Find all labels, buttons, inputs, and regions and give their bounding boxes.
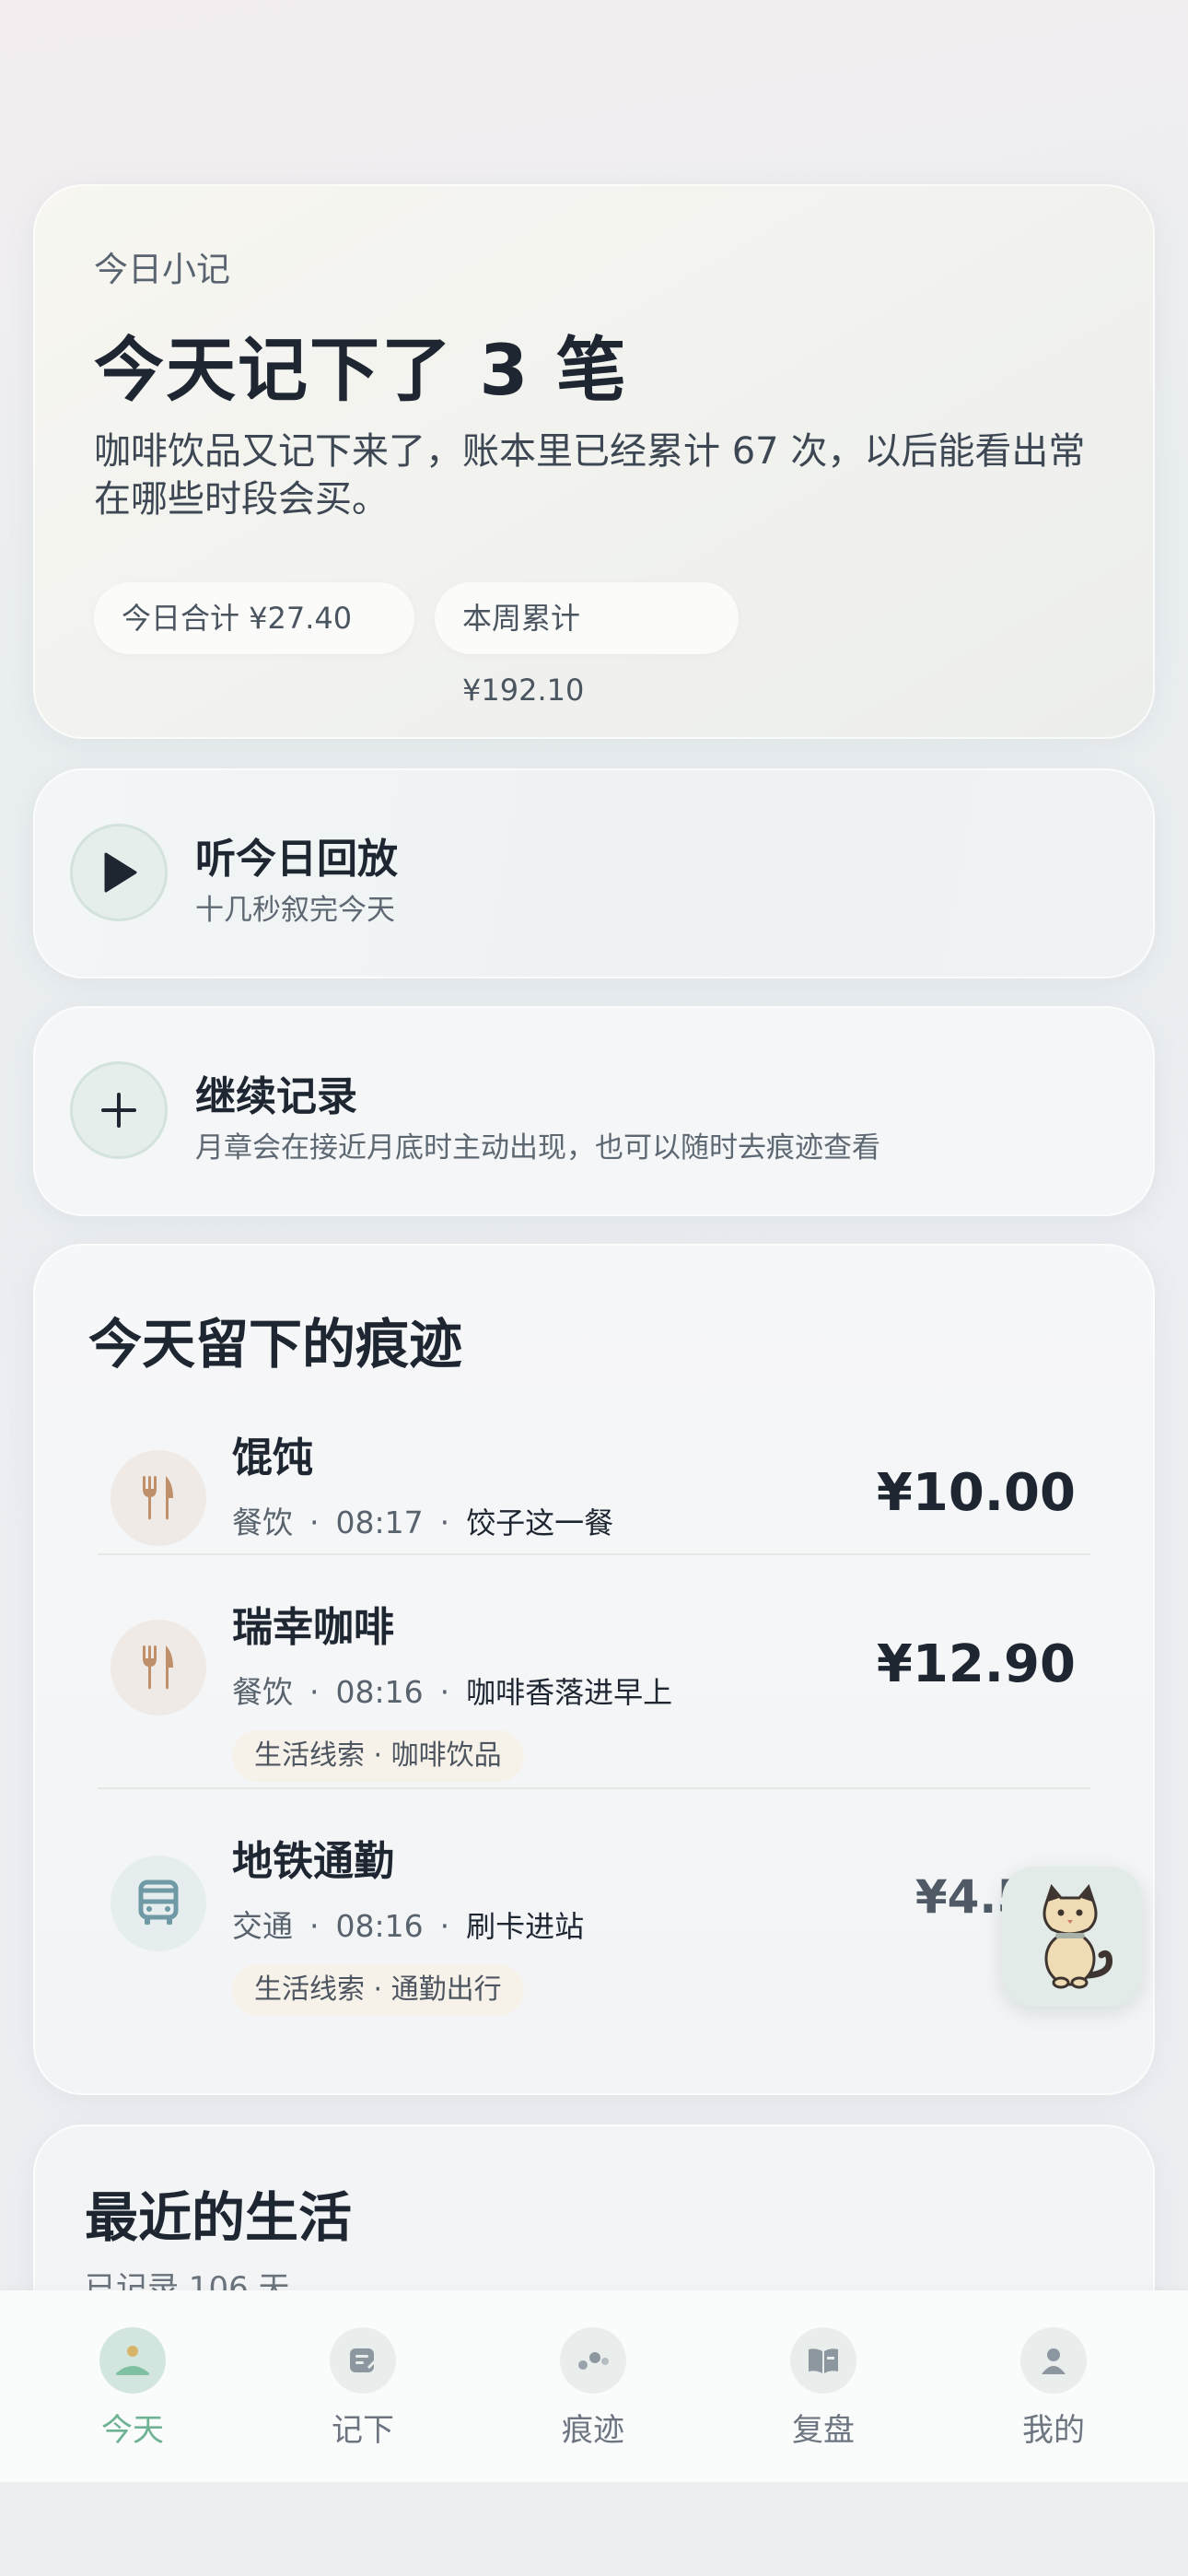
tab-label: 痕迹	[562, 2412, 624, 2449]
trace-amount: ¥12.90	[876, 1634, 1076, 1694]
trace-note: 咖啡香落进早上	[466, 1675, 673, 1710]
trace-category: 交通	[232, 1908, 293, 1944]
continue-sub: 月章会在接近月底时主动出现，也可以随时去痕迹查看	[195, 1131, 880, 1165]
tab-label: 今天	[101, 2412, 164, 2449]
today-icon	[99, 2327, 166, 2394]
divider	[98, 1787, 1090, 1789]
summary-title: 今天记下了 3 笔	[94, 329, 628, 411]
trace-meta: 交通 · 08:16 · 刷卡进站	[232, 1908, 585, 1944]
trace-time: 08:17	[335, 1505, 424, 1540]
trace-name: 地铁通勤	[232, 1838, 394, 1885]
divider	[98, 1553, 1090, 1555]
trace-note: 饺子这一餐	[466, 1505, 614, 1540]
trace-time: 08:16	[335, 1908, 424, 1944]
summary-eyebrow: 今日小记	[94, 250, 230, 289]
replay-card[interactable]: 听今日回放 十几秒叙完今天	[33, 768, 1155, 978]
replay-sub: 十几秒叙完今天	[195, 894, 395, 927]
tab-today[interactable]: 今天	[68, 2327, 197, 2450]
trace-category: 餐饮	[232, 1505, 293, 1540]
replay-label: 听今日回放	[195, 836, 398, 883]
cat-icon	[1042, 1883, 1113, 1989]
life-clue-tag: 生活线索 · 咖啡饮品	[232, 1730, 524, 1782]
cat-assistant-button[interactable]	[1002, 1867, 1142, 2007]
utensils-icon	[111, 1450, 206, 1546]
tab-traces[interactable]: 痕迹	[529, 2327, 658, 2450]
today-traces-card: 今天留下的痕迹 馄饨 餐饮 · 08:17 · 饺子这一餐 ¥10.00 瑞幸咖啡 餐饮…	[33, 1244, 1155, 2095]
trace-time: 08:16	[335, 1674, 424, 1710]
trace-item[interactable]: 馄饨 餐饮 · 08:17 · 饺子这一餐 ¥10.00	[33, 1415, 1155, 1599]
today-total-pill: 今日合计 ¥27.40	[94, 582, 414, 654]
trace-amount: ¥10.00	[876, 1463, 1076, 1523]
trace-name: 馄饨	[232, 1434, 313, 1481]
trace-meta: 餐饮 · 08:17 · 饺子这一餐	[232, 1505, 614, 1540]
summary-description: 咖啡饮品又记下来了，账本里已经累计 67 次，以后能看出常在哪些时段会买。	[94, 430, 1086, 521]
note-icon	[330, 2327, 396, 2394]
tab-profile[interactable]: 我的	[989, 2327, 1118, 2450]
today-summary-card: 今日小记 今天记下了 3 笔 咖啡饮品又记下来了，账本里已经累计 67 次，以后…	[33, 184, 1155, 739]
continue-record-card[interactable]: 继续记录 月章会在接近月底时主动出现，也可以随时去痕迹查看	[33, 1006, 1155, 1216]
profile-icon	[1020, 2327, 1087, 2394]
trace-item[interactable]: 瑞幸咖啡 餐饮 · 08:16 · 咖啡香落进早上 生活线索 · 咖啡饮品 ¥12.90	[33, 1585, 1155, 1806]
tab-label: 我的	[1022, 2412, 1085, 2449]
traces-icon	[560, 2327, 626, 2394]
add-record-button[interactable]	[70, 1061, 168, 1159]
continue-label: 继续记录	[195, 1073, 357, 1120]
tab-label: 记下	[332, 2412, 394, 2449]
trace-item[interactable]: 地铁通勤 交通 · 08:16 · 刷卡进站 生活线索 · 通勤出行 ¥4.50	[33, 1821, 1155, 2042]
life-clue-tag: 生活线索 · 通勤出行	[232, 1964, 524, 2016]
week-total-pill: 本周累计 ¥192.10	[435, 582, 739, 708]
tab-note[interactable]: 记下	[298, 2327, 427, 2450]
recent-title: 最近的生活	[85, 2186, 353, 2249]
trace-name: 瑞幸咖啡	[232, 1604, 394, 1651]
play-icon	[104, 852, 137, 893]
plus-icon	[101, 1093, 136, 1128]
tab-label: 复盘	[792, 2412, 855, 2449]
book-icon	[790, 2327, 856, 2394]
bus-icon	[111, 1856, 206, 1951]
trace-note: 刷卡进站	[466, 1909, 585, 1944]
tab-bar: 今天 记下 痕迹 复盘 我的	[0, 2290, 1188, 2482]
trace-category: 餐饮	[232, 1674, 293, 1710]
utensils-icon	[111, 1620, 206, 1715]
tab-review[interactable]: 复盘	[759, 2327, 888, 2450]
traces-title: 今天留下的痕迹	[88, 1313, 463, 1376]
play-button[interactable]	[70, 824, 168, 921]
bottom-safe-area	[0, 2482, 1188, 2576]
trace-meta: 餐饮 · 08:16 · 咖啡香落进早上	[232, 1674, 673, 1710]
